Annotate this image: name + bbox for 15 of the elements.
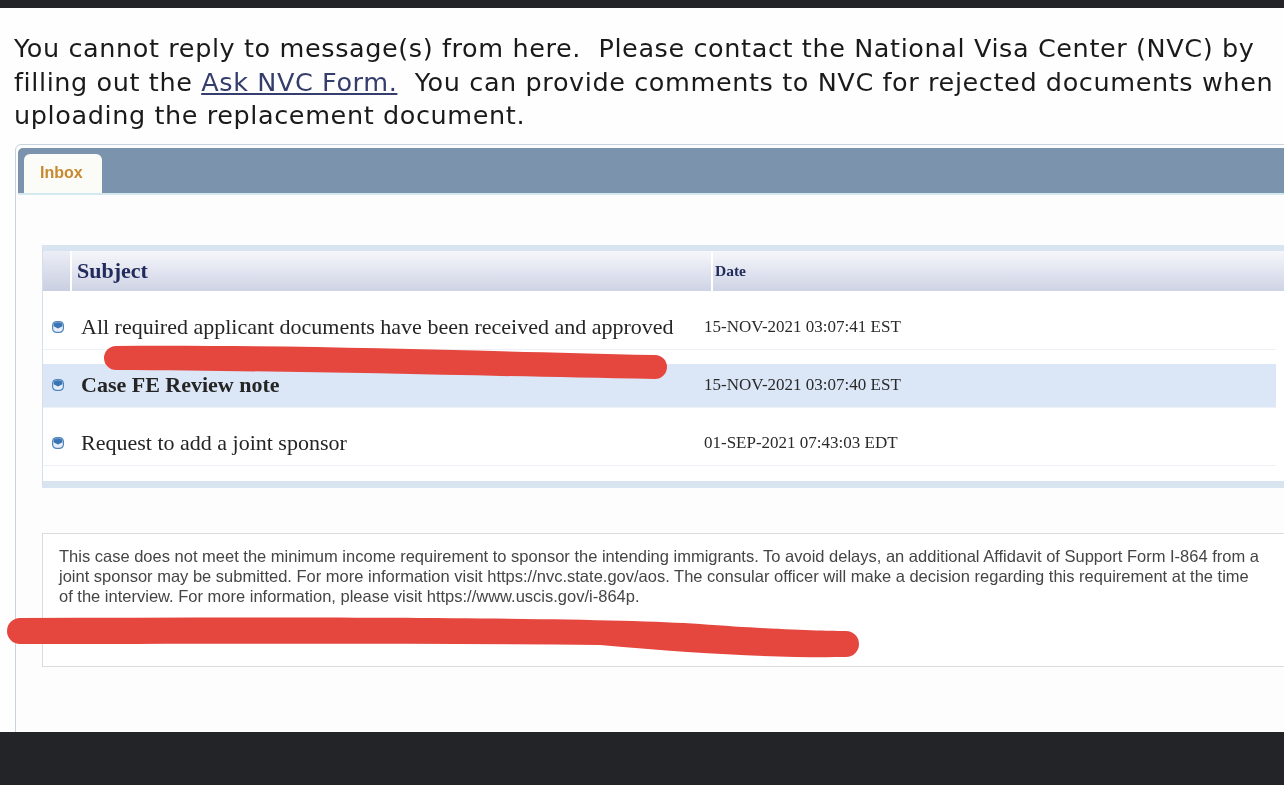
message-subject: Case FE Review note [80,372,281,398]
notice-text: You cannot reply to message(s) from here. Please contact the National Visa Center (NVC) by filling out the Ask NVC Form. You can provide comments to NVC for rejected documents when uploading the replacement document. [13,32,1275,132]
column-header: Date [715,261,746,280]
message-subject: Request to add a joint sponsor [80,430,348,456]
envelope-icon [52,437,64,449]
message-subject: All required applicant documents have been received and approved [80,314,675,340]
envelope-icon [52,321,64,333]
message-row[interactable]: Request to add a joint sponsor 01-SEP-2021 07:43:03 EDT [43,421,1276,466]
message-text: This case does not meet the minimum income requirement to sponsor the intending immigrants. To avoid delays, an additional Affidavit of Support Form I-864 from a joint sponsor may be submitted. For more information visit https://nvc.state.gov/aos. The consular officer will make a decision regarding this requirement at the time of the interview. For more information, please visit https://www.uscis.gov/i-864p. [59,545,1260,606]
message-date: 01-SEP-2021 07:43:03 EDT [704,433,898,453]
column-header: Subject [77,257,148,284]
ask-form-link[interactable]: Ask NVC Form. [201,66,398,97]
message-date: 15-NOV-2021 03:07:41 EST [704,317,901,337]
envelope-icon [52,379,64,391]
message-date: 15-NOV-2021 03:07:40 EST [704,375,901,395]
